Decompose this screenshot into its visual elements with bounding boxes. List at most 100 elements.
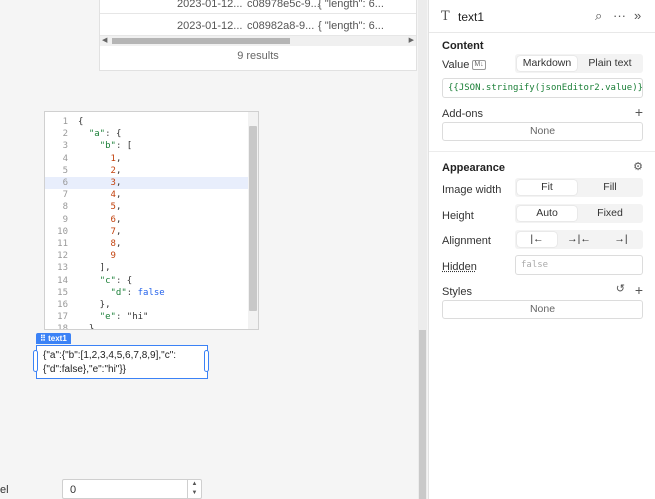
line-code[interactable]: 4,: [78, 189, 122, 201]
number-value: 0: [70, 484, 77, 496]
line-code[interactable]: 3,: [78, 177, 122, 189]
auto-option[interactable]: Auto: [517, 206, 577, 221]
editor-line[interactable]: 5 2,: [45, 165, 250, 177]
hidden-input[interactable]: false: [515, 255, 643, 275]
height-toggle[interactable]: Auto Fixed: [515, 204, 643, 223]
reset-styles-icon[interactable]: ↺: [616, 282, 625, 295]
table-horizontal-scrollbar[interactable]: ◀ ▶: [100, 36, 416, 46]
editor-scrollbar-thumb[interactable]: [249, 126, 257, 311]
line-number: 4: [62, 153, 68, 164]
align-left-icon[interactable]: |←: [517, 232, 557, 247]
hidden-label: Hidden: [442, 261, 477, 273]
inspector-header: T text1 ⌕ ··· »: [429, 0, 655, 33]
editor-line[interactable]: 15 "d": false: [45, 287, 250, 299]
canvas-scrollbar[interactable]: [418, 0, 427, 499]
image-width-toggle[interactable]: Fit Fill: [515, 178, 643, 197]
fill-option[interactable]: Fill: [579, 180, 641, 195]
editor-line[interactable]: 11 8,: [45, 238, 250, 250]
table-row[interactable]: 2023-01-12... c08978e5c-9... { "length":…: [100, 0, 416, 14]
collapse-icon[interactable]: »: [634, 8, 641, 23]
line-code[interactable]: 5,: [78, 201, 122, 213]
resize-handle-left[interactable]: [33, 350, 38, 372]
content-section-title: Content: [442, 40, 484, 52]
section-divider: [429, 151, 655, 152]
line-code[interactable]: "a": {: [78, 128, 122, 140]
table-cell-date: 2023-01-12...: [177, 20, 243, 32]
alignment-label: Alignment: [442, 235, 491, 247]
fit-option[interactable]: Fit: [517, 180, 577, 195]
component-name[interactable]: text1: [458, 10, 484, 24]
scroll-left-icon[interactable]: ◀: [102, 36, 107, 46]
add-style-icon[interactable]: +: [635, 282, 643, 298]
search-icon[interactable]: ⌕: [595, 8, 602, 24]
editor-line[interactable]: 7 4,: [45, 189, 250, 201]
line-code[interactable]: "d": false: [78, 287, 165, 299]
json-editor[interactable]: 1{2 "a": {3 "b": [4 1, 5 2, 6 3, 7 4, 8 5, 9 …: [44, 111, 259, 330]
editor-line[interactable]: 9 6,: [45, 214, 250, 226]
editor-line[interactable]: 14 "c": {: [45, 275, 250, 287]
align-right-icon[interactable]: →|: [601, 232, 641, 247]
more-icon[interactable]: ···: [613, 8, 626, 23]
add-addon-icon[interactable]: +: [635, 104, 643, 120]
results-table: 2023-01-12... c08978e5c-9... { "length":…: [99, 0, 417, 71]
addons-none-box[interactable]: None: [442, 122, 643, 141]
line-code[interactable]: 6,: [78, 214, 122, 226]
line-number: 1: [62, 117, 68, 127]
markdown-option[interactable]: Markdown: [517, 56, 577, 71]
editor-line[interactable]: 4 1,: [45, 153, 250, 165]
line-code[interactable]: 8,: [78, 238, 122, 250]
resize-handle-right[interactable]: [204, 350, 209, 372]
alignment-toggle[interactable]: |← →|← →|: [515, 230, 643, 249]
text-component[interactable]: {"a":{"b":[1,2,3,4,5,6,7,8,9],"c":{"d":f…: [36, 345, 208, 379]
line-number: 13: [57, 263, 68, 274]
number-input[interactable]: 0 ▲ ▼: [62, 479, 202, 499]
editor-line[interactable]: 13 ],: [45, 262, 250, 274]
line-code[interactable]: ],: [78, 262, 111, 274]
line-code[interactable]: "e": "hi": [78, 311, 149, 323]
line-number: 6: [62, 178, 68, 188]
line-code[interactable]: 1,: [78, 153, 122, 165]
align-center-icon[interactable]: →|←: [559, 232, 599, 247]
appearance-settings-icon[interactable]: ⚙: [633, 160, 643, 173]
line-code[interactable]: }: [78, 323, 94, 329]
editor-line[interactable]: 2 "a": {: [45, 128, 250, 140]
component-tag[interactable]: ⠿ text1: [36, 333, 71, 344]
line-code[interactable]: 9: [78, 250, 116, 262]
line-code[interactable]: },: [78, 299, 111, 311]
table-row[interactable]: 2023-01-12... c08982a8-9... { "length": …: [100, 16, 416, 36]
line-code[interactable]: {: [78, 116, 83, 128]
line-number: 7: [62, 190, 68, 201]
editor-line[interactable]: 1{: [45, 116, 250, 128]
inspector-panel: T text1 ⌕ ··· » Content Value M↓ Markdown…: [428, 0, 655, 499]
editor-line[interactable]: 10 7,: [45, 226, 250, 238]
editor-line[interactable]: 3 "b": [: [45, 140, 250, 152]
line-number: 15: [57, 287, 68, 298]
line-code[interactable]: "c": {: [78, 275, 133, 287]
value-expression-input[interactable]: {{JSON.stringify(jsonEditor2.value)}}: [442, 78, 643, 98]
line-code[interactable]: "b": [: [78, 140, 133, 152]
plaintext-option[interactable]: Plain text: [579, 56, 641, 71]
fixed-option[interactable]: Fixed: [579, 206, 641, 221]
editor-line[interactable]: 6 3,: [45, 177, 250, 190]
editor-line[interactable]: 18 }: [45, 323, 250, 329]
format-toggle[interactable]: Markdown Plain text: [515, 54, 643, 73]
editor-line[interactable]: 17 "e": "hi": [45, 311, 250, 323]
editor-line[interactable]: 16 },: [45, 299, 250, 311]
line-code[interactable]: 7,: [78, 226, 122, 238]
canvas-scrollbar-thumb[interactable]: [419, 330, 426, 499]
table-cell-value: { "length": 6...: [318, 0, 384, 10]
editor-line[interactable]: 12 9: [45, 250, 250, 262]
scrollbar-thumb[interactable]: [112, 38, 290, 44]
table-cell-date: 2023-01-12...: [177, 0, 243, 10]
styles-label: Styles: [442, 286, 472, 298]
markdown-badge: M↓: [472, 60, 486, 71]
scroll-right-icon[interactable]: ▶: [409, 36, 414, 46]
styles-none-box[interactable]: None: [442, 300, 643, 319]
line-number: 16: [57, 300, 68, 310]
line-code[interactable]: 2,: [78, 165, 122, 177]
number-stepper[interactable]: ▲ ▼: [187, 480, 201, 498]
editor-line[interactable]: 8 5,: [45, 201, 250, 213]
appearance-section-title: Appearance: [442, 162, 505, 174]
line-number: 8: [62, 202, 68, 213]
line-number: 5: [62, 165, 68, 176]
